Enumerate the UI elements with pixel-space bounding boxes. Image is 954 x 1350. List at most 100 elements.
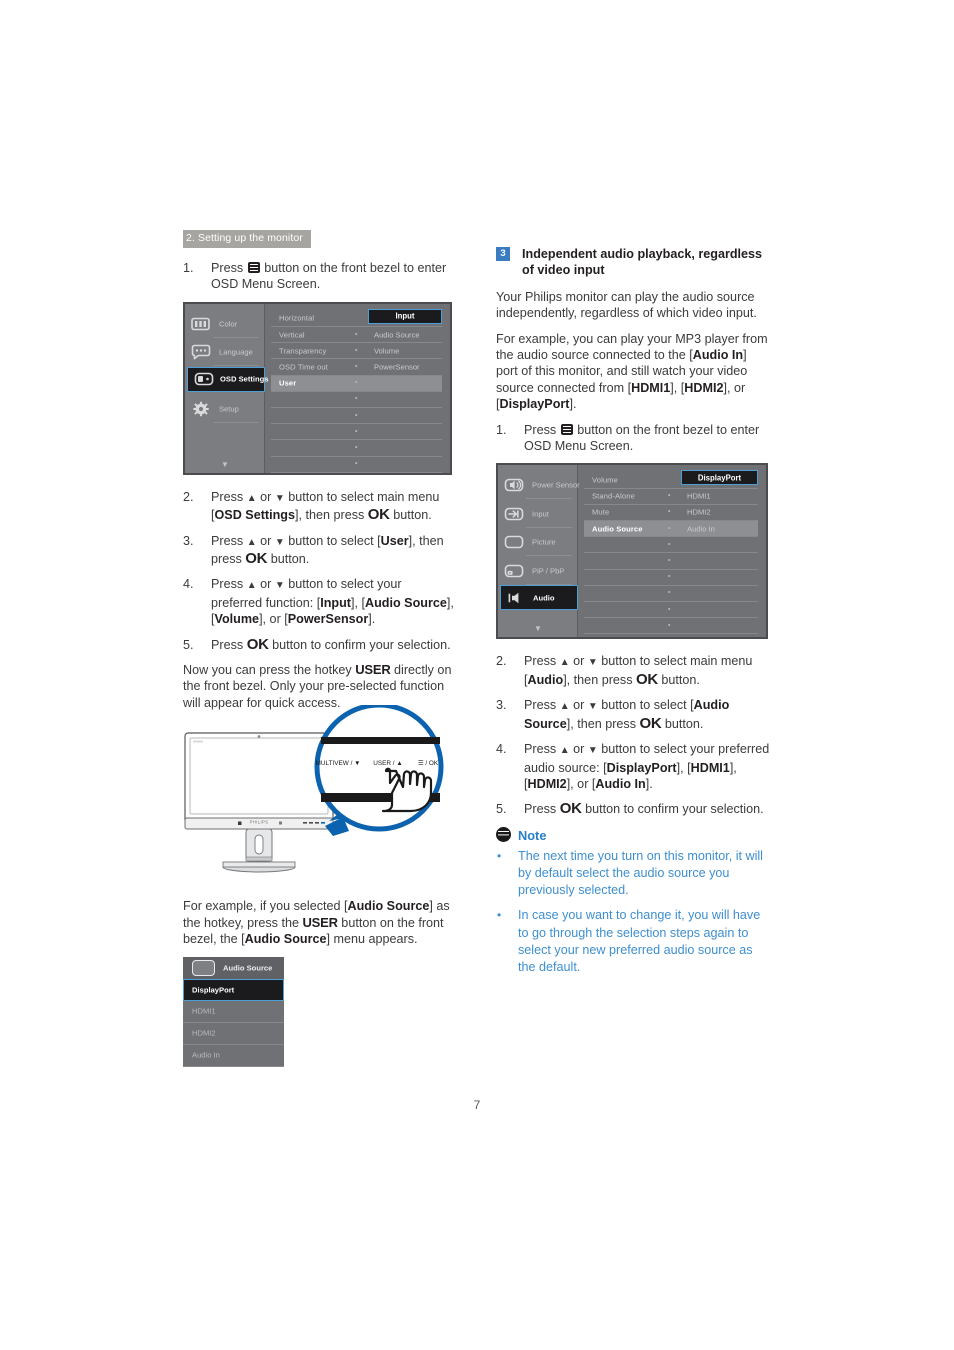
osd-row[interactable]: • [584,553,758,570]
osd-sidebar-item-osd-settings[interactable]: OSD Settings [187,366,269,392]
bullet-marker: • [497,848,502,863]
osd-row[interactable]: • [271,440,442,457]
osd-value-label[interactable]: Volume [374,346,399,355]
osd-value-label[interactable]: HDMI1 [687,492,711,501]
step-text: or [256,577,275,592]
rp2-b1: Audio In [692,348,744,363]
osd-selected-value-box[interactable]: DisplayPort [681,470,758,486]
step-text: ], or [ [566,776,596,791]
osd-row-dot: • [355,428,358,436]
osd-option-label: Vertical [279,330,305,340]
osd-row-dot: • [355,444,358,452]
right-step-1-number: 1. [496,422,507,437]
osd-row[interactable]: • [584,537,758,554]
osd-right-sidebar: Power Sensor Input Picture P PiP / PbP Audio [498,465,580,638]
osd-sidebar-item-picture[interactable]: Picture [498,528,578,557]
hotkey-menu-item[interactable]: Audio In [183,1045,284,1067]
osd-row-dot: • [668,606,671,614]
osd-sidebar-item-pip-pbp[interactable]: P PiP / PbP [498,557,578,585]
osd-row[interactable]: • [271,457,442,473]
right-paragraph-2: For example, you can play your MP3 playe… [496,331,771,413]
osd-sidebar-item-audio[interactable]: Audio [500,585,578,611]
osd-row[interactable]: Mute • HDMI2 [584,505,758,522]
left-step-1-text-before: Press [211,261,244,275]
step-text: Volume [214,612,260,627]
monitor-graphic: PHILIPS [184,732,334,873]
osd-row[interactable]: • [584,602,758,619]
step-number: 3. [496,698,507,713]
step-text: ], [ [676,760,691,775]
right-steps-list: 2. Press ▲ or ▼ button to select main men… [496,653,771,817]
step-number: 3. [183,533,194,548]
step-number: 2. [496,654,507,669]
osd-sidebar-item-setup[interactable]: Setup [185,395,265,424]
step-text: button to confirm your selection. [268,637,451,652]
right-column: 3 Independent audio playback, regardless… [496,246,771,984]
osd-sidebar-item-label: Picture [532,537,556,547]
arrow-glyph: ▲ [559,745,570,757]
note-title: Note [518,827,547,843]
bezel-button-label-user: USER / ▲ [373,760,402,767]
arrow-glyph: ▲ [246,492,257,504]
example-p4: ] menu appears. [326,932,418,947]
left-step-1-text-after: button on the front bezel to enter OSD M… [211,261,447,292]
hotkey-menu-item[interactable]: DisplayPort [183,978,284,1001]
left-column: 2. Setting up the monitor 1. Press butto… [183,228,455,1067]
osd-row-dot: • [355,460,358,468]
osd-selected-value-box[interactable]: Input [368,308,442,324]
right-step-1: 1. Press button on the front bezel to en… [496,422,771,455]
step-text: Input [320,595,351,610]
step-text: button. [267,552,310,567]
step-text: ], [ [351,595,365,610]
step-text: Press [524,654,560,669]
hotkey-menu-item[interactable]: HDMI2 [183,1023,284,1045]
step-number: 4. [496,742,507,757]
hotkey-menu-item[interactable]: HDMI1 [183,1001,284,1023]
osd-row[interactable]: Audio Source • Audio In [584,521,758,538]
osd-row-dot: • [355,347,358,355]
step-text: Audio Source [365,595,447,610]
osd-value-label[interactable]: HDMI2 [687,508,711,517]
osd-sidebar-item-label: Input [532,509,549,519]
osd-row[interactable]: • [271,408,442,425]
arrow-glyph: ▼ [274,536,285,548]
osd-sidebar-item-input[interactable]: Input [498,500,578,528]
osd-value-label[interactable]: Audio In [687,524,715,533]
osd-sidebar-item-power-sensor[interactable]: Power Sensor [498,471,580,500]
step-item: 3. Press ▲ or ▼ button to select [User], … [183,533,455,568]
osd-sidebar-item-color[interactable]: Color [185,310,265,338]
osd-option-label: Volume [592,475,618,485]
osd-left-scroll-caret[interactable]: ▼ [185,460,265,469]
osd-value-label[interactable]: Audio Source [374,330,420,339]
osd-right-scroll-caret[interactable]: ▼ [498,624,578,633]
osd-row[interactable]: Vertical • Audio Source [271,327,442,344]
step-text: ], then press [563,672,636,687]
osd-sidebar-item-language[interactable]: Language [185,338,265,367]
osd-row[interactable]: • [271,424,442,441]
right-step1-list: 1. Press button on the front bezel to en… [496,422,771,455]
osd-row[interactable]: Transparency • Volume [271,343,442,360]
osd-row[interactable]: User • [271,375,442,392]
example-p1: For example, if you selected [ [183,899,348,914]
osd-sidebar-item-label: OSD Settings [220,374,269,384]
osd-sidebar-item-label: Power Sensor [532,480,580,490]
osd-row[interactable]: Stand-Alone • HDMI1 [584,489,758,505]
hotkey-menu-item-label: Audio In [192,1050,220,1060]
osd-row[interactable]: • [584,618,758,635]
ok-button-label: OK [559,800,582,818]
osd-row[interactable]: • [271,392,442,408]
osd-sidebar-item-label: PiP / PbP [532,566,565,576]
osd-row[interactable]: OSD Time out • PowerSensor [271,359,442,376]
osd-value-label[interactable]: PowerSensor [374,363,420,372]
audio-source-hotkey-menu: Audio Source DisplayPort HDMI1 HDMI2 Audio … [183,956,284,1067]
step-text: OSD Settings [214,508,295,523]
rp2-b3: HDMI2 [684,380,724,395]
right-paragraph-1: Your Philips monitor can play the audio … [496,289,757,321]
osd-row-dot: • [668,573,671,581]
arrow-glyph: ▲ [559,657,570,669]
step-text: Audio In [595,776,646,791]
osd-row[interactable]: • [584,570,758,586]
step-text: or [569,698,588,713]
bullet-marker: • [497,908,502,923]
osd-row[interactable]: • [584,586,758,603]
